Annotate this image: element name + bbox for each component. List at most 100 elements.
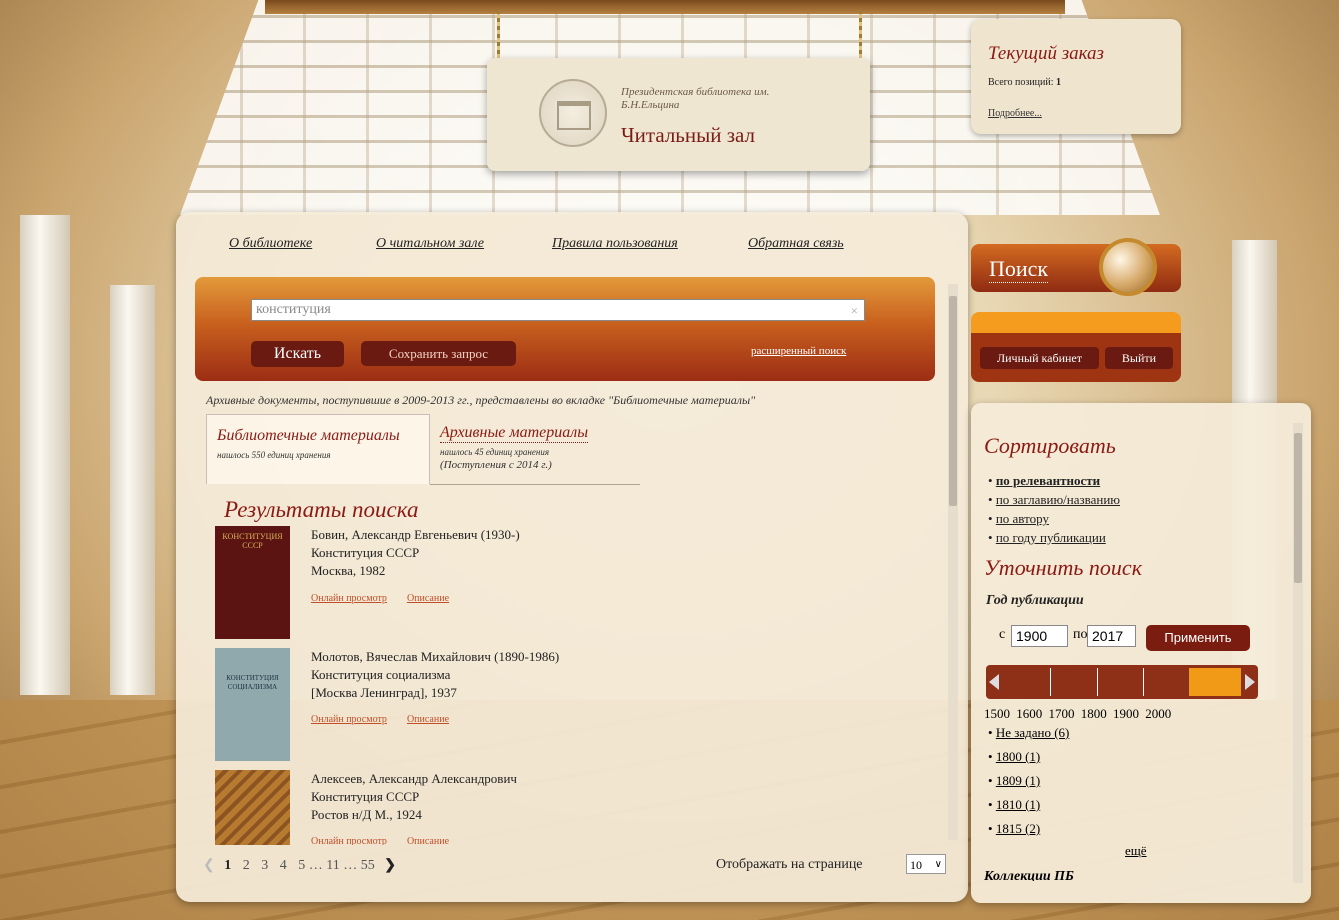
book-cover[interactable]: КОНСТИТУЦИЯ СССР — [215, 526, 290, 639]
nav-rules[interactable]: Правила пользования — [552, 236, 678, 252]
year-facet-link[interactable]: 1809 (1) — [996, 773, 1040, 788]
per-page-select[interactable]: 10 ∨ — [906, 854, 946, 874]
search-header: Поиск — [971, 238, 1181, 296]
result-item: Алексеев, Александр Александрович Консти… — [215, 770, 775, 845]
tab-archive-label: Архивные материалы — [440, 424, 589, 443]
tick-label: 1900 — [1113, 706, 1139, 721]
year-facet-list: • Не задано (6) • 1800 (1) • 1809 (1) • … — [988, 721, 1069, 841]
result-links: Онлайн просмотр Описание — [311, 714, 469, 725]
page-link[interactable]: 3 — [261, 858, 268, 873]
slider-divider — [1143, 668, 1144, 696]
sort-author[interactable]: по автору — [996, 511, 1049, 526]
account-bar: Личный кабинет Выйти — [971, 312, 1181, 382]
result-links: Онлайн просмотр Описание — [311, 836, 469, 845]
slider-left-arrow-icon[interactable] — [989, 674, 999, 690]
year-facet-item[interactable]: • 1809 (1) — [988, 769, 1069, 793]
sort-title-option[interactable]: по заглавию/названию — [996, 492, 1120, 507]
pagination: ❮ 1 2 3 4 5 … 11 … 55 ❯ — [203, 857, 396, 874]
slider-range[interactable] — [1189, 668, 1241, 696]
results-scrollbar[interactable] — [948, 284, 958, 840]
account-button[interactable]: Личный кабинет — [980, 347, 1099, 369]
book-cover[interactable] — [215, 770, 290, 845]
year-facet-item[interactable]: • 1800 (1) — [988, 745, 1069, 769]
sort-option[interactable]: • по году публикации — [988, 528, 1120, 547]
sort-relevance[interactable]: по релевантности — [996, 473, 1100, 488]
tab-archive-note: (Поступления с 2014 г.) — [440, 459, 552, 471]
clear-icon[interactable]: × — [851, 301, 858, 321]
sort-option[interactable]: • по заглавию/названию — [988, 490, 1120, 509]
tab-library-materials[interactable]: Библиотечные материалы нашлось 550 едини… — [206, 414, 430, 484]
year-facet-item[interactable]: • 1810 (1) — [988, 793, 1069, 817]
year-slider[interactable] — [986, 665, 1258, 699]
result-item: КОНСТИТУЦИЯ СОЦИАЛИЗМА Молотов, Вячеслав … — [215, 648, 775, 764]
nav-about-reading-room[interactable]: О читальном зале — [376, 236, 484, 252]
tick-label: 1700 — [1048, 706, 1075, 721]
year-facet-link[interactable]: Не задано (6) — [996, 725, 1070, 740]
nav-feedback[interactable]: Обратная связь — [748, 236, 844, 252]
per-page-value: 10 — [910, 858, 922, 872]
order-count-value: 1 — [1056, 77, 1062, 88]
description-link[interactable]: Описание — [407, 714, 449, 725]
sort-options: • по релевантности • по заглавию/названи… — [988, 471, 1120, 547]
slider-ticks: 1500 1600 1700 1800 1900 2000 — [984, 706, 1171, 722]
sort-year[interactable]: по году публикации — [996, 530, 1106, 545]
page-link[interactable]: 5 … 11 … 55 — [298, 858, 374, 873]
sort-option[interactable]: • по релевантности — [988, 471, 1120, 490]
order-count-label: Всего позиций: — [988, 77, 1054, 88]
logout-button[interactable]: Выйти — [1105, 347, 1173, 369]
result-meta: Бовин, Александр Евгеньевич (1930-) Конс… — [311, 526, 520, 580]
save-query-button[interactable]: Сохранить запрос — [361, 341, 516, 366]
year-facet-item[interactable]: • Не задано (6) — [988, 721, 1069, 745]
page-title: Читальный зал — [621, 123, 755, 147]
collections-title: Коллекции ПБ — [984, 869, 1074, 881]
year-facet-link[interactable]: 1815 (2) — [996, 821, 1040, 836]
slider-divider — [1050, 668, 1051, 696]
search-bar: конституция × Искать Сохранить запрос ра… — [195, 277, 935, 381]
year-facet-link[interactable]: 1800 (1) — [996, 749, 1040, 764]
library-emblem-icon — [539, 79, 607, 147]
prev-page-icon[interactable]: ❮ — [203, 858, 215, 873]
order-details-link[interactable]: Подробнее... — [988, 108, 1042, 119]
sort-option[interactable]: • по автору — [988, 509, 1120, 528]
apply-button[interactable]: Применить — [1146, 625, 1250, 651]
search-button[interactable]: Искать — [251, 341, 344, 367]
result-title: Конституция СССР — [311, 545, 420, 560]
search-title[interactable]: Поиск — [989, 256, 1049, 283]
search-query: конституция — [256, 302, 331, 317]
nav-about-library[interactable]: О библиотеке — [229, 236, 312, 252]
tab-library-count: нашлось 550 единиц хранения — [217, 450, 331, 460]
header-sign: Президентская библиотека им. Б.Н.Ельцина… — [487, 58, 870, 171]
online-view-link[interactable]: Онлайн просмотр — [311, 593, 387, 604]
year-facet-link[interactable]: 1810 (1) — [996, 797, 1040, 812]
page-link[interactable]: 2 — [243, 858, 250, 873]
page-link[interactable]: 1 — [224, 858, 231, 873]
year-from-input[interactable]: 1900 — [1011, 625, 1068, 647]
scrollbar-thumb[interactable] — [949, 296, 957, 506]
more-years-link[interactable]: ещё — [1125, 843, 1147, 859]
advanced-search-link[interactable]: расширенный поиск — [751, 345, 846, 357]
magnifier-icon — [1099, 238, 1157, 296]
column-left-2 — [110, 285, 155, 695]
online-view-link[interactable]: Онлайн просмотр — [311, 714, 387, 725]
year-to-label: по — [1073, 627, 1088, 642]
description-link[interactable]: Описание — [407, 593, 449, 604]
year-facet-item[interactable]: • 1815 (2) — [988, 817, 1069, 841]
current-order-card: Текущий заказ Всего позиций: 1 Подробнее… — [971, 19, 1181, 134]
refine-title: Уточнить поиск — [984, 555, 1142, 580]
order-count: Всего позиций: 1 — [988, 77, 1061, 88]
slider-right-arrow-icon[interactable] — [1245, 674, 1255, 690]
tab-archive-count: нашлось 45 единиц хранения — [440, 447, 550, 457]
book-cover[interactable]: КОНСТИТУЦИЯ СОЦИАЛИЗМА — [215, 648, 290, 761]
description-link[interactable]: Описание — [407, 836, 449, 845]
online-view-link[interactable]: Онлайн просмотр — [311, 836, 387, 845]
year-to-input[interactable]: 2017 — [1087, 625, 1136, 647]
year-title: Год публикации — [986, 593, 1084, 608]
order-title: Текущий заказ — [988, 43, 1104, 64]
next-page-icon[interactable]: ❯ — [384, 858, 396, 873]
result-title: Конституция социализма — [311, 667, 451, 682]
page-link[interactable]: 4 — [280, 858, 287, 873]
search-input[interactable]: конституция × — [251, 299, 865, 321]
filter-scrollbar[interactable] — [1293, 423, 1303, 883]
tab-archive-materials[interactable]: Архивные материалы нашлось 45 единиц хра… — [440, 424, 589, 471]
scrollbar-thumb[interactable] — [1294, 433, 1302, 583]
